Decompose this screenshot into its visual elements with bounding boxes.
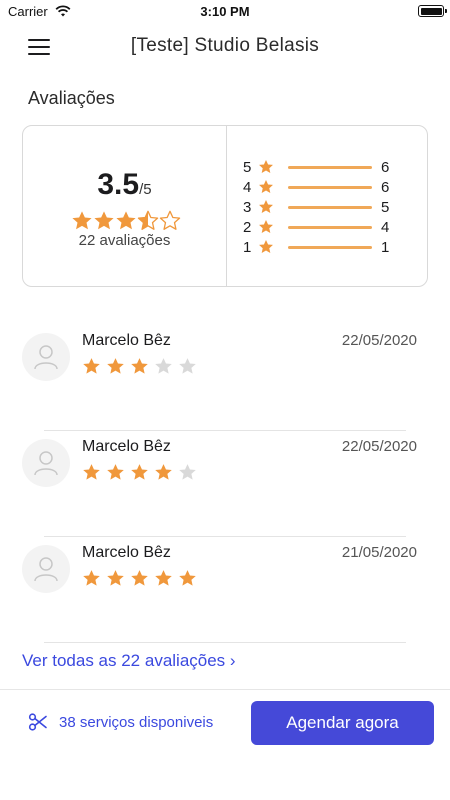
user-icon — [34, 345, 58, 370]
distribution-bar — [288, 206, 372, 209]
status-time: 3:10 PM — [200, 4, 250, 19]
star-full-icon — [94, 211, 114, 230]
section-title: Avaliações — [28, 88, 115, 108]
review-stars — [82, 463, 202, 483]
review-stars — [82, 569, 202, 589]
reviewer-name: Marcelo Bêz — [82, 438, 171, 455]
distribution-bar — [288, 166, 372, 169]
divider — [44, 642, 406, 643]
star-full-icon — [107, 358, 124, 374]
user-icon — [34, 557, 58, 582]
star-full-icon — [131, 464, 148, 480]
distribution-count: 6 — [381, 179, 390, 196]
star-full-icon — [107, 464, 124, 480]
average-rating-value: 3.5 — [97, 168, 140, 201]
services-available-link[interactable]: 38 serviços disponiveis — [59, 714, 213, 731]
review-date: 21/05/2020 — [341, 544, 417, 561]
page-title: [Teste] Studio Belasis — [130, 35, 320, 56]
star-full-icon — [83, 570, 100, 586]
star-empty-icon — [159, 210, 181, 230]
star-icon — [259, 199, 273, 213]
review-item: Marcelo Bêz 21/05/2020 — [22, 537, 428, 643]
distribution-star-level: 4 — [243, 179, 252, 196]
average-rating-panel: 3.5/5 22 avaliações — [23, 126, 227, 286]
star-full-icon — [131, 358, 148, 374]
star-full-icon — [83, 358, 100, 374]
review-date: 22/05/2020 — [341, 332, 417, 349]
star-half-icon — [137, 210, 159, 230]
star-icon — [259, 219, 273, 233]
star-full-icon — [131, 570, 148, 586]
avatar — [22, 333, 70, 381]
distribution-star-level: 2 — [243, 219, 252, 236]
star-full-icon — [155, 464, 172, 480]
star-empty-icon — [179, 464, 196, 480]
average-rating-max: /5 — [139, 181, 152, 198]
footer-bar: 38 serviços disponiveis Agendar agora — [0, 689, 450, 800]
average-stars — [71, 210, 181, 230]
rating-summary-card: 3.5/5 22 avaliações 5646352411 — [22, 125, 428, 287]
user-icon — [34, 451, 58, 476]
review-date: 22/05/2020 — [341, 438, 417, 455]
star-icon — [259, 179, 273, 193]
review-item: Marcelo Bêz 22/05/2020 — [22, 325, 428, 431]
distribution-row: 35 — [243, 198, 413, 218]
reviewer-name: Marcelo Bêz — [82, 332, 171, 349]
distribution-count: 1 — [381, 239, 390, 256]
scissors-icon — [28, 713, 47, 731]
distribution-row: 11 — [243, 238, 413, 258]
distribution-star-level: 1 — [243, 239, 252, 256]
nav-bar: [Teste] Studio Belasis — [0, 24, 450, 72]
distribution-count: 5 — [381, 199, 390, 216]
star-full-icon — [179, 570, 196, 586]
distribution-row: 56 — [243, 158, 413, 178]
distribution-count: 4 — [381, 219, 390, 236]
star-empty-icon — [155, 358, 172, 374]
star-empty-icon — [179, 358, 196, 374]
book-now-button[interactable]: Agendar agora — [251, 701, 434, 745]
battery-icon — [418, 5, 447, 17]
rating-count: 22 avaliações — [78, 232, 171, 249]
star-full-icon — [155, 570, 172, 586]
star-icon — [259, 239, 273, 253]
see-all-reviews-link[interactable]: Ver todas as 22 avaliações › — [22, 651, 236, 671]
reviewer-name: Marcelo Bêz — [82, 544, 171, 561]
rating-distribution: 5646352411 — [243, 158, 413, 258]
avatar — [22, 545, 70, 593]
distribution-bar — [288, 186, 372, 189]
distribution-bar — [288, 246, 372, 249]
status-bar: Carrier 3:10 PM — [0, 0, 450, 24]
distribution-star-level: 3 — [243, 199, 252, 216]
review-stars — [82, 357, 202, 377]
distribution-bar — [288, 226, 372, 229]
star-full-icon — [107, 570, 124, 586]
distribution-star-level: 5 — [243, 159, 252, 176]
review-item: Marcelo Bêz 22/05/2020 — [22, 431, 428, 537]
star-full-icon — [83, 464, 100, 480]
star-icon — [259, 159, 273, 173]
avatar — [22, 439, 70, 487]
star-full-icon — [116, 211, 136, 230]
distribution-row: 46 — [243, 178, 413, 198]
distribution-count: 6 — [381, 159, 390, 176]
star-full-icon — [72, 211, 92, 230]
distribution-row: 24 — [243, 218, 413, 238]
